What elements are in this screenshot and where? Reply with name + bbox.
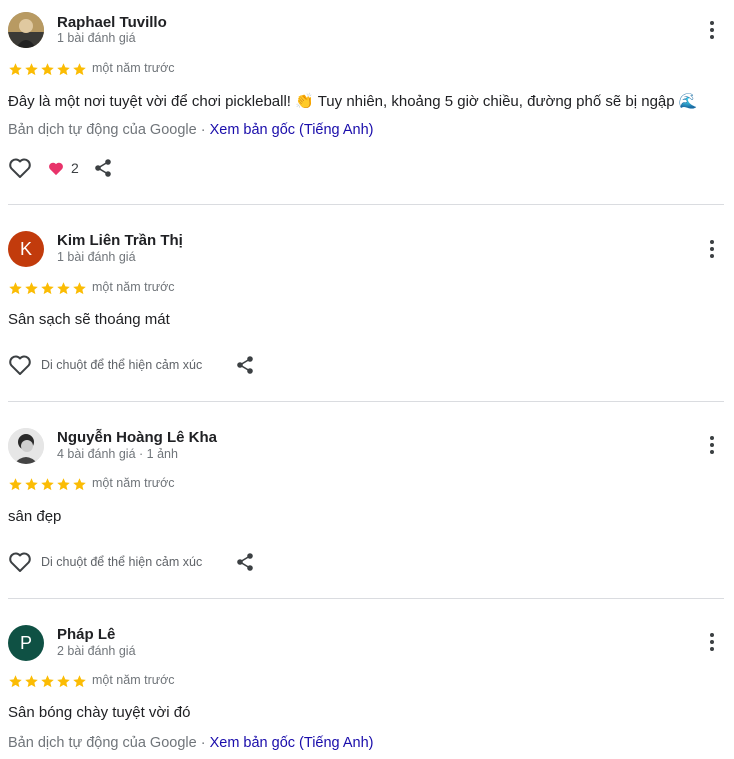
avatar-letter: K: [19, 238, 32, 259]
star-icon: [73, 63, 86, 76]
rating-stars: [8, 62, 87, 77]
author-name[interactable]: Kim Liên Trần Thị: [57, 232, 183, 249]
star-icon: [57, 63, 70, 76]
star-icon: [25, 478, 38, 491]
star-icon: [41, 63, 54, 76]
author-name[interactable]: Nguyễn Hoàng Lê Kha: [57, 429, 217, 446]
star-icon: [9, 63, 22, 76]
rating-stars: [8, 281, 87, 296]
review-card: Raphael Tuvillo 1 bài đánh giá một năm t…: [0, 0, 734, 205]
avatar-letter: P: [19, 632, 32, 653]
like-button[interactable]: [8, 157, 32, 179]
author-meta: 1 bài đánh giá: [57, 31, 136, 45]
review-text: Sân sạch sẽ thoáng mát: [8, 311, 170, 328]
photo-avatar-icon: [8, 12, 44, 48]
review-actions: Di chuột để thể hiện cảm xúc: [8, 353, 255, 377]
review-actions: Di chuột để thể hiện cảm xúc: [8, 550, 255, 574]
star-icon: [9, 282, 22, 295]
avatar[interactable]: P: [8, 625, 44, 661]
more-options-button[interactable]: [702, 18, 722, 42]
star-icon: [57, 478, 70, 491]
star-icon: [25, 282, 38, 295]
more-options-button[interactable]: [702, 630, 722, 654]
star-icon: [73, 675, 86, 688]
share-icon: [237, 553, 254, 571]
author-name[interactable]: Pháp Lê: [57, 626, 115, 643]
more-vert-icon: [710, 436, 714, 454]
star-icon: [73, 282, 86, 295]
more-vert-icon: [710, 633, 714, 651]
review-card: K Kim Liên Trần Thị 1 bài đánh giá một n…: [0, 205, 734, 402]
review-text: Đây là một nơi tuyệt vời để chơi pickleb…: [8, 93, 698, 110]
star-icon: [41, 675, 54, 688]
author-meta: 1 bài đánh giá: [57, 250, 136, 264]
translation-note: Bản dịch tự động của Google · Xem bản gố…: [8, 122, 373, 138]
heart-outline-icon: [9, 158, 31, 178]
review-date: một năm trước: [92, 476, 175, 490]
separator: ·: [200, 735, 206, 751]
react-hint: Di chuột để thể hiện cảm xúc: [41, 555, 203, 569]
heart-filled-icon: [49, 162, 63, 175]
rating-stars: [8, 477, 87, 492]
review-card: Nguyễn Hoàng Lê Kha 4 bài đánh giá · 1 ả…: [0, 402, 734, 599]
star-icon: [41, 282, 54, 295]
photo-avatar-icon: [8, 428, 44, 464]
translated-by-label: Bản dịch tự động của Google: [8, 735, 197, 751]
share-button[interactable]: [235, 552, 255, 572]
share-button[interactable]: [93, 158, 113, 178]
reaction-summary[interactable]: 2: [48, 160, 79, 176]
more-options-button[interactable]: [702, 237, 722, 261]
review-date: một năm trước: [92, 61, 175, 75]
more-vert-icon: [710, 240, 714, 258]
share-button[interactable]: [235, 355, 255, 375]
more-vert-icon: [710, 21, 714, 39]
review-actions: 2: [8, 156, 113, 180]
separator: ·: [200, 122, 206, 138]
avatar[interactable]: [8, 428, 44, 464]
author-name[interactable]: Raphael Tuvillo: [57, 14, 167, 31]
heart-outline-icon: [9, 552, 31, 572]
more-options-button[interactable]: [702, 433, 722, 457]
review-text: Sân bóng chày tuyệt vời đó: [8, 704, 191, 721]
avatar[interactable]: K: [8, 231, 44, 267]
rating-stars: [8, 674, 87, 689]
star-icon: [73, 478, 86, 491]
like-button[interactable]: [8, 354, 32, 376]
translated-by-label: Bản dịch tự động của Google: [8, 122, 197, 138]
star-icon: [9, 478, 22, 491]
avatar[interactable]: [8, 12, 44, 48]
star-icon: [57, 675, 70, 688]
view-original-link[interactable]: Xem bản gốc (Tiếng Anh): [210, 122, 374, 138]
review-card: P Pháp Lê 2 bài đánh giá một năm trước S…: [0, 599, 734, 759]
star-icon: [25, 63, 38, 76]
review-date: một năm trước: [92, 280, 175, 294]
author-meta: 2 bài đánh giá: [57, 644, 136, 658]
react-hint: Di chuột để thể hiện cảm xúc: [41, 358, 203, 372]
view-original-link[interactable]: Xem bản gốc (Tiếng Anh): [210, 735, 374, 751]
star-icon: [25, 675, 38, 688]
heart-outline-icon: [9, 355, 31, 375]
star-icon: [41, 478, 54, 491]
share-icon: [94, 159, 111, 177]
star-icon: [57, 282, 70, 295]
translation-note: Bản dịch tự động của Google · Xem bản gố…: [8, 735, 373, 751]
review-text: sân đẹp: [8, 508, 62, 525]
star-icon: [9, 675, 22, 688]
review-date: một năm trước: [92, 673, 175, 687]
share-icon: [237, 356, 254, 374]
author-meta: 4 bài đánh giá · 1 ảnh: [57, 447, 178, 461]
like-button[interactable]: [8, 551, 32, 573]
reaction-count: 2: [71, 160, 79, 176]
